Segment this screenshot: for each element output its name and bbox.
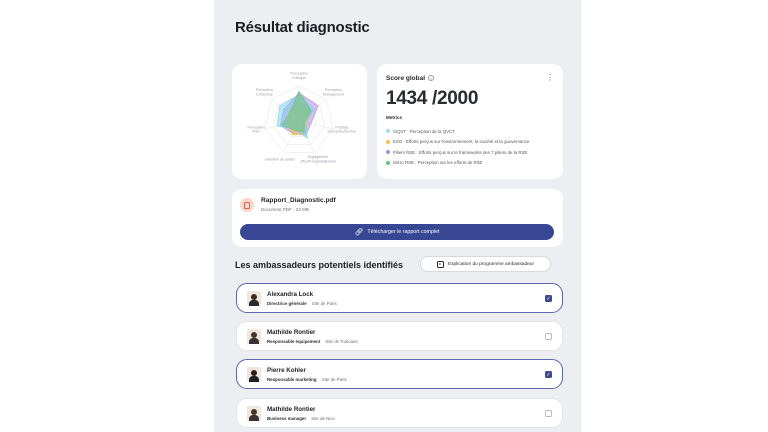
legend-dot-icon <box>386 139 390 144</box>
score-title-label: Score global <box>386 74 426 82</box>
radar-axis-label: Engagement effectif organisationnel <box>300 155 336 163</box>
ambassador-row[interactable]: Mathilde Rontier Business manager Site d… <box>236 398 563 428</box>
legend-item: ESG : Efforts perçus sur l'environnement… <box>386 137 554 148</box>
ambassador-name: Alexandra Lock <box>267 291 314 298</box>
ambassador-role: Directrice générale <box>267 301 307 306</box>
ambassador-name: Pierre Kohler <box>267 367 306 374</box>
score-value: 1434 /2000 <box>386 88 479 109</box>
ambassador-site: Site de Toulouse <box>325 339 358 344</box>
legend-dot-icon <box>386 150 390 155</box>
ambassador-checkbox[interactable] <box>545 333 552 340</box>
ambassador-checkbox[interactable]: ✓ <box>545 295 552 302</box>
radar-axis-label: Perception RSE <box>248 125 265 133</box>
ambassador-site: Site de Nice <box>311 416 335 421</box>
file-meta: Document PDF - 23 MB <box>261 207 309 212</box>
ambassador-role: Responsable équipement <box>267 339 321 344</box>
radar-axis-label: Perception Management <box>323 88 344 96</box>
ambassador-role: Responsable marketing <box>267 377 317 382</box>
legend-item: Piliers RSE : Efforts perçus sur le fram… <box>386 147 554 158</box>
metrics-label: Metrics <box>386 115 403 120</box>
ambassador-meta: Responsable marketing Site de Paris <box>267 377 347 382</box>
avatar <box>247 329 261 344</box>
legend-label: Piliers RSE : Efforts perçus sur le fram… <box>393 149 528 155</box>
ambassador-meta: Directrice générale Site de Paris <box>267 301 337 306</box>
legend-item: Micro RSE : Perception sur les efforts d… <box>386 158 554 169</box>
ambassador-row[interactable]: Mathilde Rontier Responsable équipement … <box>236 321 563 351</box>
page-title: Résultat diagnostic <box>235 19 370 36</box>
play-icon: ▸ <box>436 260 444 268</box>
ambassador-program-label: Explication du programme ambassadeur <box>447 261 535 267</box>
download-report-button[interactable]: 🔗︎ Télécharger le rapport complet <box>240 224 554 240</box>
radar-axis-label: Intention de quitter <box>265 158 296 162</box>
ambassador-meta: Business manager Site de Nice <box>267 416 335 421</box>
download-button-label: Télécharger le rapport complet <box>367 229 440 235</box>
ambassador-row[interactable]: Alexandra Lock Directrice générale Site … <box>236 283 563 313</box>
ambassador-meta: Responsable équipement Site de Toulouse <box>267 339 358 344</box>
score-card: Score global i ⋮ 1434 /2000 Metrics ISQV… <box>377 64 563 179</box>
radar-chart-card: Perception Collègue Perception Management Pr… <box>232 64 367 179</box>
metrics-legend: ISQVT : Perception de la QVCT ESG : Effo… <box>386 126 554 168</box>
ambassador-site: Site de Paris <box>311 301 337 306</box>
legend-label: Micro RSE : Perception sur les efforts d… <box>393 160 483 166</box>
legend-dot-icon <box>386 129 390 134</box>
report-file-card: Rapport_Diagnostic.pdf Document PDF - 23… <box>232 189 563 247</box>
ambassador-checkbox[interactable]: ✓ <box>545 371 552 378</box>
score-title: Score global i <box>386 74 435 82</box>
radar-axis-label: Perception Entreprise <box>256 88 273 96</box>
legend-label: ESG : Efforts perçus sur l'environnement… <box>393 139 530 145</box>
legend-dot-icon <box>386 160 390 165</box>
ambassador-name: Mathilde Rontier <box>267 406 316 413</box>
ambassadors-title: Les ambassadeurs potentiels identifiés <box>235 260 404 270</box>
ambassador-name: Mathilde Rontier <box>267 329 316 336</box>
info-icon[interactable]: i <box>428 75 435 81</box>
main-panel: Résultat diagnostic Perception Collègue Pe… <box>214 0 581 432</box>
radar-axis-label: Prestige entreprise/secteur <box>328 125 358 133</box>
avatar <box>247 367 261 382</box>
file-name: Rapport_Diagnostic.pdf <box>261 197 336 204</box>
avatar <box>247 406 261 421</box>
radar-axis-label: Perception Collègue <box>290 72 307 80</box>
ambassador-program-button[interactable]: ▸ Explication du programme ambassadeur <box>420 256 551 272</box>
pdf-file-icon <box>240 198 254 212</box>
ambassador-role: Business manager <box>267 416 307 421</box>
ambassador-row[interactable]: Pierre Kohler Responsable marketing Site… <box>236 359 563 389</box>
ambassador-checkbox[interactable] <box>545 410 552 417</box>
legend-label: ISQVT : Perception de la QVCT <box>393 128 455 134</box>
ambassador-site: Site de Paris <box>321 377 347 382</box>
avatar <box>247 291 261 306</box>
more-options-icon[interactable]: ⋮ <box>546 74 554 82</box>
link-icon: 🔗︎ <box>354 228 364 236</box>
legend-item: ISQVT : Perception de la QVCT <box>386 126 554 137</box>
radar-chart: Perception Collègue Perception Management Pr… <box>248 72 358 164</box>
